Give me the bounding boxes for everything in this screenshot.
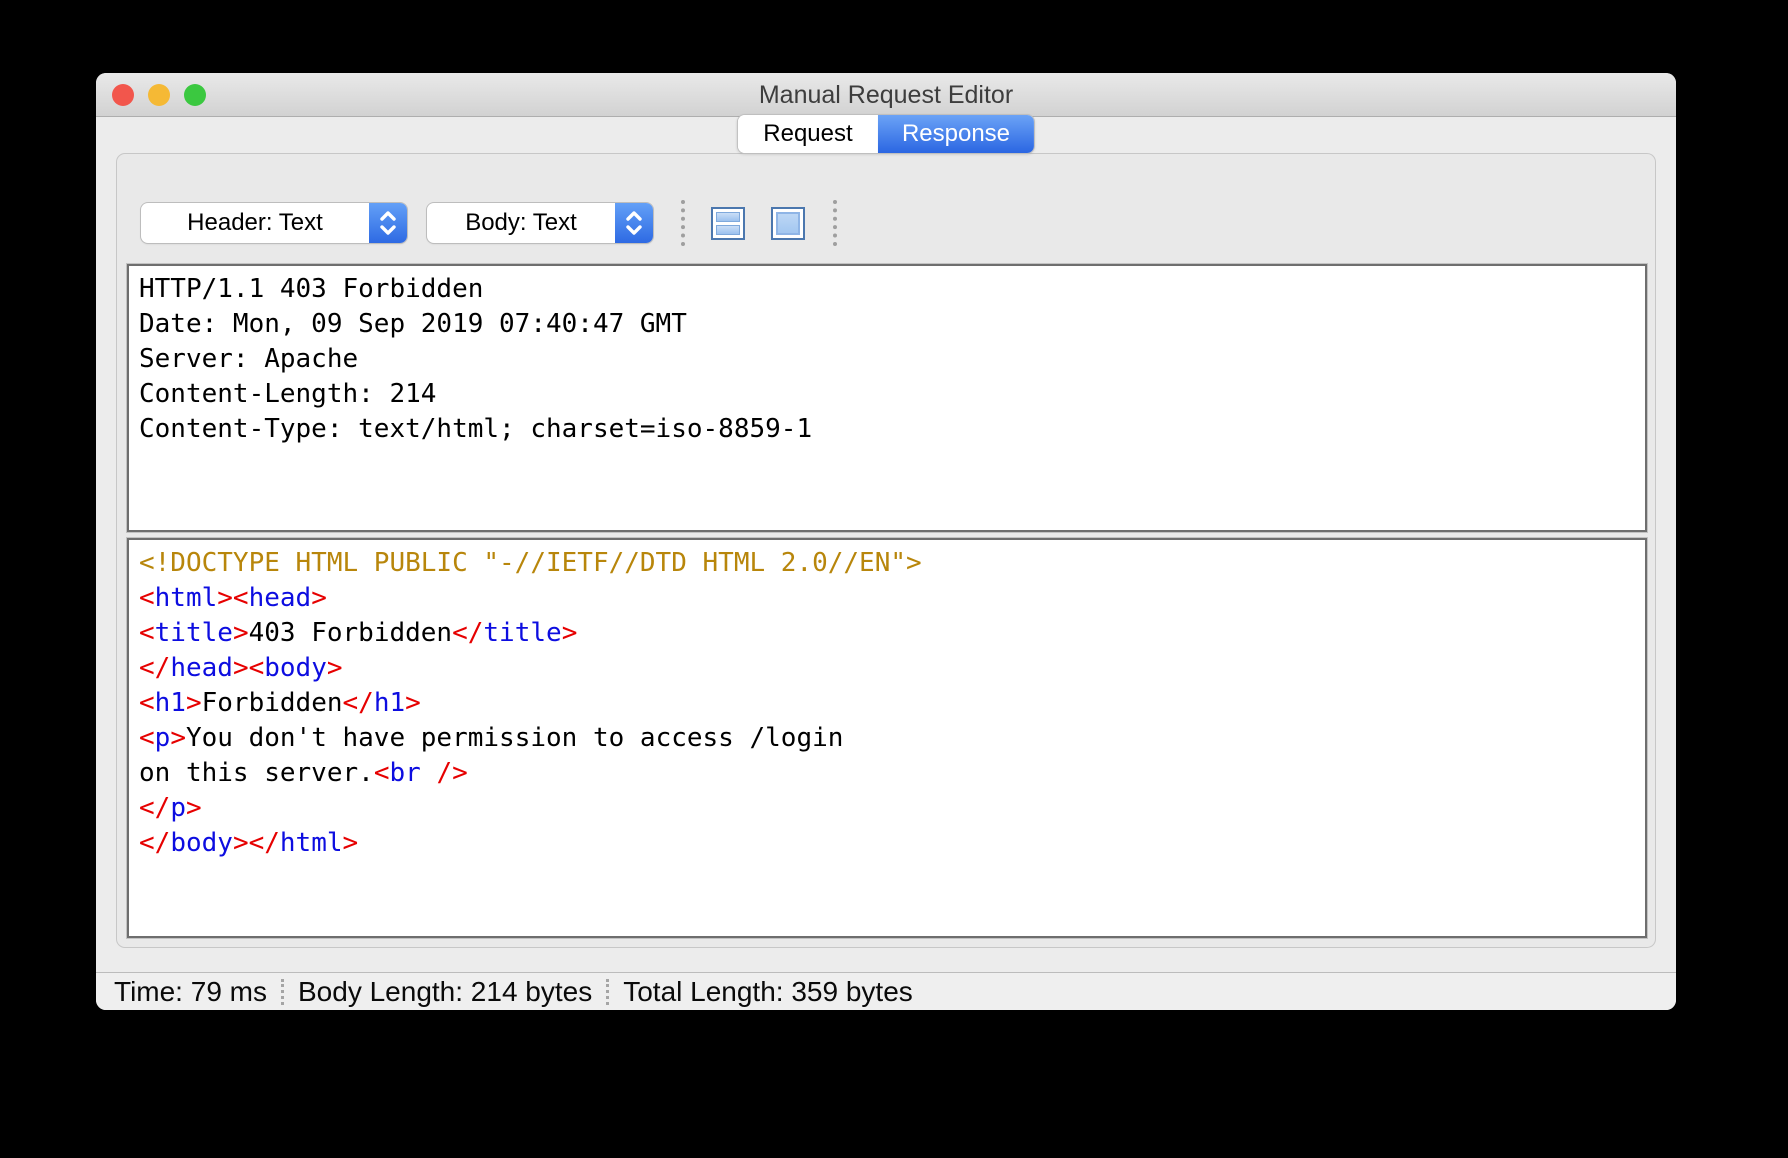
header-view-select[interactable]: Header: Text [141,203,407,243]
window-title: Manual Request Editor [96,73,1676,117]
combined-view-button[interactable] [771,207,805,240]
code-line: <html><head> [139,581,1635,616]
toolbar-separator [833,200,837,246]
code-line: on this server.<br /> [139,756,1635,791]
split-view-button[interactable] [711,207,745,240]
code-line: <!DOCTYPE HTML PUBLIC "-//IETF//DTD HTML… [139,546,1635,581]
code-line: </head><body> [139,651,1635,686]
status-total-length: Total Length: 359 bytes [623,976,913,1008]
code-line: <p>You don't have permission to access /… [139,721,1635,756]
response-body-pane[interactable]: <!DOCTYPE HTML PUBLIC "-//IETF//DTD HTML… [127,538,1647,938]
response-panel: Header: Text Body: Text [116,153,1656,948]
status-separator [281,979,284,1005]
manual-request-editor-window: Manual Request Editor Request Response H… [96,73,1676,1010]
chevron-up-down-icon [615,203,653,243]
tab-request[interactable]: Request [738,115,878,153]
view-toolbar: Header: Text Body: Text [141,202,837,244]
tab-response[interactable]: Response [878,115,1034,153]
header-line: Content-Type: text/html; charset=iso-885… [139,412,1635,447]
status-separator [606,979,609,1005]
status-time: Time: 79 ms [114,976,267,1008]
body-view-select[interactable]: Body: Text [427,203,653,243]
header-line: HTTP/1.1 403 Forbidden [139,272,1635,307]
split-view-icon [716,212,740,235]
chevron-up-down-icon [369,203,407,243]
code-line: <h1>Forbidden</h1> [139,686,1635,721]
header-line: Content-Length: 214 [139,377,1635,412]
status-bar: Time: 79 ms Body Length: 214 bytes Total… [96,972,1676,1010]
status-body-length: Body Length: 214 bytes [298,976,592,1008]
title-bar[interactable]: Manual Request Editor [96,73,1676,117]
header-view-value: Header: Text [141,203,369,243]
request-response-tabs: Request Response [738,115,1034,153]
header-line: Date: Mon, 09 Sep 2019 07:40:47 GMT [139,307,1635,342]
combined-view-icon [776,212,800,235]
response-header-pane[interactable]: HTTP/1.1 403 ForbiddenDate: Mon, 09 Sep … [127,264,1647,532]
code-line: </p> [139,791,1635,826]
code-line: </body></html> [139,826,1635,861]
code-line: <title>403 Forbidden</title> [139,616,1635,651]
body-view-value: Body: Text [427,203,615,243]
toolbar-separator [681,200,685,246]
header-line: Server: Apache [139,342,1635,377]
